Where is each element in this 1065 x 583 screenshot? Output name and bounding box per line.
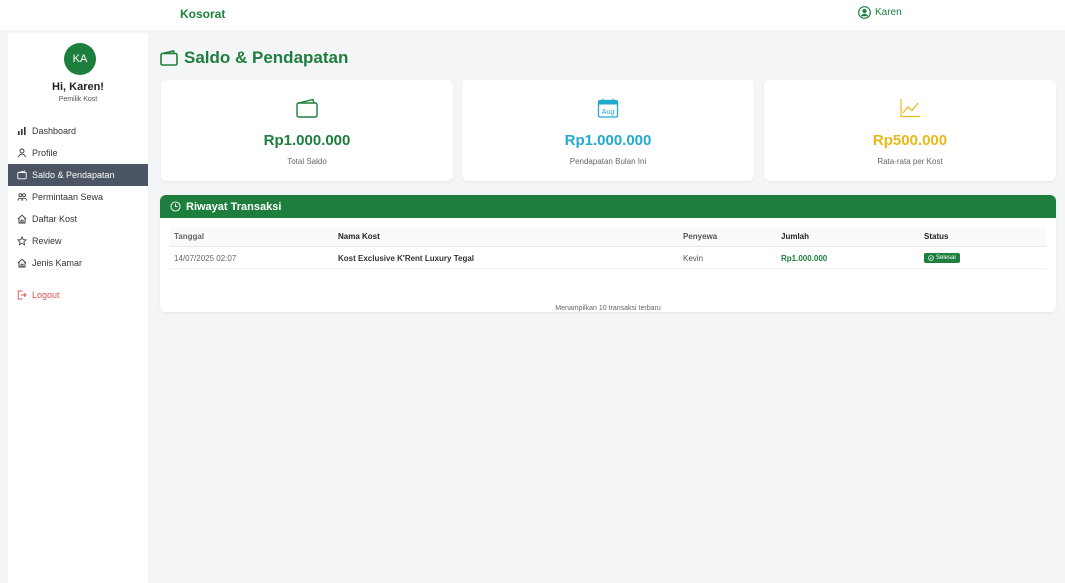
column-header-jumlah[interactable]: Jumlah xyxy=(777,228,920,247)
user-circle-icon xyxy=(858,6,871,19)
sidebar-item-label: Saldo & Pendapatan xyxy=(32,170,115,180)
rata-rata-caption: Rata-rata per Kost xyxy=(877,157,943,166)
page-title-text: Saldo & Pendapatan xyxy=(184,48,349,67)
wallet-icon xyxy=(296,98,318,118)
logout-icon xyxy=(17,290,27,300)
calendar-icon-text: Aug xyxy=(602,109,615,116)
transactions-footnote: Menampilkan 10 transaksi terbaru xyxy=(555,305,661,312)
logout-button[interactable]: Logout xyxy=(8,284,148,306)
star-icon xyxy=(17,236,27,246)
trend-icon xyxy=(900,99,920,118)
transactions-table: Tanggal Nama Kost Penyewa Jumlah Status … xyxy=(170,228,1046,269)
sidebar-item-daftar-kost[interactable]: Daftar Kost xyxy=(8,208,148,230)
sidebar-item-review[interactable]: Review xyxy=(8,230,148,252)
house-icon xyxy=(17,214,27,224)
status-badge-label: Selesai xyxy=(936,255,956,261)
rata-rata-value: Rp500.000 xyxy=(872,132,948,149)
row-date: 14/07/2025 02:07 xyxy=(170,246,334,269)
sidebar-item-label: Review xyxy=(32,236,62,246)
row-tenant: Kevin xyxy=(679,246,777,269)
user-role: Pemilik Kost xyxy=(58,96,98,103)
greeting: Hi, Karen! xyxy=(52,81,104,93)
total-saldo-caption: Total Saldo xyxy=(287,157,327,166)
wallet-icon xyxy=(17,170,27,180)
check-circle-icon xyxy=(928,255,934,261)
sidebar-item-label: Daftar Kost xyxy=(32,214,78,224)
column-header-nama-kost[interactable]: Nama Kost xyxy=(334,228,679,247)
status-badge: Selesai xyxy=(924,253,960,263)
sidebar: KA Hi, Karen! Pemilik Kost Dashboard Pro… xyxy=(8,33,148,583)
column-header-tanggal[interactable]: Tanggal xyxy=(170,228,334,247)
top-navbar: Kosorat Karen xyxy=(0,0,1065,30)
riwayat-transaksi-header: Riwayat Transaksi xyxy=(160,195,1056,218)
sidebar-item-label: Dashboard xyxy=(32,126,77,136)
pendapatan-bulan-ini-card: Aug Rp1.000.000 Pendapatan Bulan Ini xyxy=(462,80,754,181)
column-header-penyewa[interactable]: Penyewa xyxy=(679,228,777,247)
table-header-row: Tanggal Nama Kost Penyewa Jumlah Status xyxy=(170,228,1046,247)
pendapatan-value: Rp1.000.000 xyxy=(564,132,652,149)
sidebar-item-label: Jenis Kamar xyxy=(32,258,83,268)
sidebar-item-label: Permintaan Sewa xyxy=(32,192,104,202)
riwayat-transaksi-title: Riwayat Transaksi xyxy=(186,200,282,213)
sidebar-item-permintaan-sewa[interactable]: Permintaan Sewa xyxy=(8,186,148,208)
calendar-icon: Aug xyxy=(597,98,619,118)
user-name: Karen xyxy=(875,7,902,18)
brand-link[interactable]: Kosorat xyxy=(180,7,225,21)
total-saldo-value: Rp1.000.000 xyxy=(263,132,351,149)
column-header-status[interactable]: Status xyxy=(920,228,1046,247)
sidebar-item-saldo[interactable]: Saldo & Pendapatan xyxy=(8,164,148,186)
chart-icon xyxy=(18,127,26,135)
table-row[interactable]: 14/07/2025 02:07 Kost Exclusive K'Rent L… xyxy=(170,246,1046,269)
sidebar-item-jenis-kamar[interactable]: Jenis Kamar xyxy=(8,252,148,274)
person-icon xyxy=(18,148,26,158)
row-amount: Rp1.000.000 xyxy=(777,246,920,269)
row-kost-name: Kost Exclusive K'Rent Luxury Tegal xyxy=(334,246,679,269)
riwayat-transaksi-panel: Riwayat Transaksi Tanggal Nama Kost Peny… xyxy=(160,195,1056,312)
total-saldo-card: Rp1.000.000 Total Saldo xyxy=(161,80,453,181)
user-menu[interactable]: Karen xyxy=(858,6,902,19)
sidebar-item-profile[interactable]: Profile xyxy=(8,142,148,164)
house-icon xyxy=(17,258,27,268)
sidebar-item-label: Profile xyxy=(32,148,58,158)
logout-label: Logout xyxy=(32,290,60,300)
sidebar-item-dashboard[interactable]: Dashboard xyxy=(8,120,148,142)
avatar: KA xyxy=(64,43,96,75)
people-icon xyxy=(17,193,27,201)
wallet-icon xyxy=(160,50,178,66)
sidebar-nav: Dashboard Profile Saldo & Pendapatan Per… xyxy=(8,120,148,306)
clock-icon xyxy=(170,201,181,212)
rata-rata-card: Rp500.000 Rata-rata per Kost xyxy=(764,80,1056,181)
row-status-cell: Selesai xyxy=(920,246,1046,269)
page-title: Saldo & Pendapatan xyxy=(160,48,348,68)
pendapatan-caption: Pendapatan Bulan Ini xyxy=(569,157,647,166)
